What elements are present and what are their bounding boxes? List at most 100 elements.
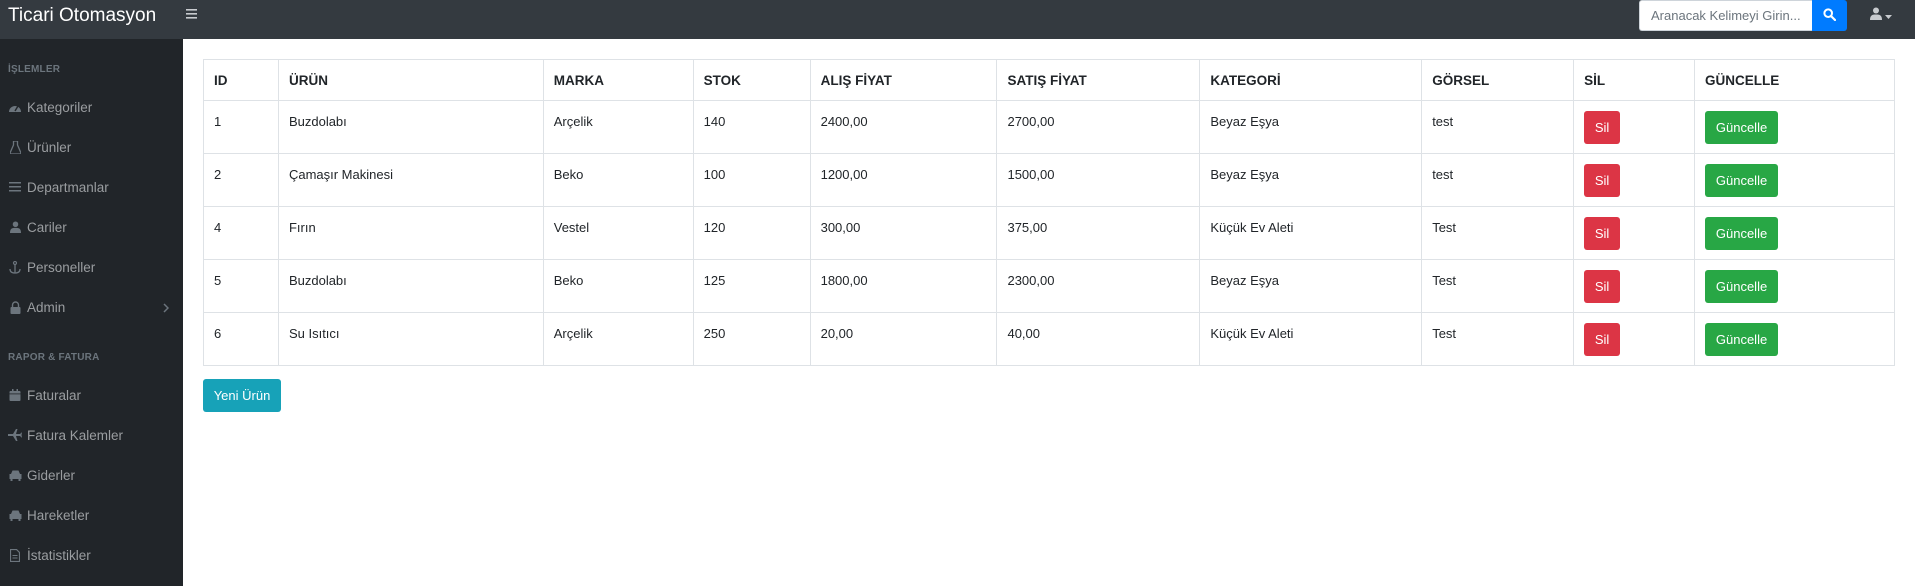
cell-id: 5 (203, 259, 279, 313)
cell-urun: Çamaşır Makinesi (277, 153, 544, 207)
cell-guncelle: Güncelle (1694, 312, 1895, 366)
sidebar-item-label: Giderler (27, 467, 76, 483)
cell-satis-fiyat: 2300,00 (996, 259, 1201, 313)
delete-button[interactable]: Sil (1584, 164, 1621, 197)
cell-kategori: Küçük Ev Aleti (1199, 206, 1423, 260)
caret-down-icon (1885, 7, 1892, 25)
cell-gorsel: test (1421, 153, 1575, 207)
delete-button[interactable]: Sil (1584, 217, 1621, 250)
sidebar-item-fatura-kalemler[interactable]: Fatura Kalemler (0, 421, 183, 449)
cell-guncelle: Güncelle (1694, 206, 1895, 260)
cell-urun: Fırın (277, 206, 544, 260)
table-header-row: ID ÜRÜN MARKA STOK ALIŞ FİYAT SATIŞ FİYA… (203, 59, 1895, 101)
cell-sil: Sil (1573, 206, 1696, 260)
cell-stok: 140 (692, 100, 811, 154)
table-row: 6 Su Isıtıcı Arçelik 250 20,00 40,00 Küç… (203, 312, 1895, 366)
cell-guncelle: Güncelle (1694, 259, 1895, 313)
table-row: 5 Buzdolabı Beko 125 1800,00 2300,00 Bey… (203, 259, 1895, 313)
sidebar: İŞLEMLER Kategoriler Ürünler Departmanla… (0, 39, 183, 586)
delete-button[interactable]: Sil (1584, 111, 1621, 144)
sidebar-item-giderler[interactable]: Giderler (0, 461, 183, 489)
delete-button[interactable]: Sil (1584, 270, 1621, 303)
products-table: ID ÜRÜN MARKA STOK ALIŞ FİYAT SATIŞ FİYA… (203, 59, 1895, 366)
cell-urun: Su Isıtıcı (277, 312, 544, 366)
sidebar-item-label: Kategoriler (27, 99, 93, 115)
sidebar-item-label: Ürünler (27, 139, 72, 155)
cell-marka: Vestel (542, 206, 694, 260)
sidebar-item-personeller[interactable]: Personeller (0, 253, 183, 281)
cell-stok: 100 (692, 153, 811, 207)
cell-urun: Buzdolabı (277, 259, 544, 313)
cell-id: 6 (203, 312, 279, 366)
sidebar-item-urunler[interactable]: Ürünler (0, 133, 183, 161)
column-header-id: ID (203, 59, 279, 101)
user-menu[interactable] (1870, 7, 1892, 25)
cell-satis-fiyat: 375,00 (996, 206, 1201, 260)
update-button[interactable]: Güncelle (1705, 217, 1779, 250)
cell-kategori: Beyaz Eşya (1199, 259, 1423, 313)
sidebar-toggle-icon[interactable] (186, 6, 197, 24)
update-button[interactable]: Güncelle (1705, 164, 1779, 197)
main-content: ID ÜRÜN MARKA STOK ALIŞ FİYAT SATIŞ FİYA… (183, 39, 1915, 586)
update-button[interactable]: Güncelle (1705, 323, 1779, 356)
cell-guncelle: Güncelle (1694, 153, 1895, 207)
cell-id: 2 (203, 153, 279, 207)
column-header-gorsel: GÖRSEL (1421, 59, 1575, 101)
search-input[interactable] (1639, 0, 1812, 31)
table-row: 1 Buzdolabı Arçelik 140 2400,00 2700,00 … (203, 100, 1895, 154)
cell-satis-fiyat: 1500,00 (996, 153, 1201, 207)
car-icon (8, 508, 22, 522)
sidebar-item-label: Personeller (27, 259, 96, 275)
sidebar-item-faturalar[interactable]: Faturalar (0, 381, 183, 409)
user-icon (8, 220, 22, 234)
sidebar-item-departmanlar[interactable]: Departmanlar (0, 173, 183, 201)
column-header-satis-fiyat: SATIŞ FİYAT (996, 59, 1201, 101)
sidebar-item-istatistikler[interactable]: İstatistikler (0, 541, 183, 569)
cell-id: 4 (203, 206, 279, 260)
cell-kategori: Beyaz Eşya (1199, 100, 1423, 154)
sidebar-section-rapor: RAPOR & FATURA (8, 352, 100, 363)
sidebar-item-label: Faturalar (27, 387, 82, 403)
sidebar-item-label: Admin (27, 299, 66, 315)
cell-guncelle: Güncelle (1694, 100, 1895, 154)
cell-alis-fiyat: 1200,00 (809, 153, 998, 207)
calendar-icon (8, 388, 22, 402)
cell-marka: Beko (542, 153, 694, 207)
cell-stok: 250 (692, 312, 811, 366)
sidebar-item-label: Departmanlar (27, 179, 109, 195)
cell-sil: Sil (1573, 312, 1696, 366)
sidebar-item-cariler[interactable]: Cariler (0, 213, 183, 241)
list-icon (8, 180, 22, 194)
cell-alis-fiyat: 2400,00 (809, 100, 998, 154)
table-row: 4 Fırın Vestel 120 300,00 375,00 Küçük E… (203, 206, 1895, 260)
sidebar-section-islemler: İŞLEMLER (8, 64, 61, 75)
new-product-button[interactable]: Yeni Ürün (203, 379, 281, 412)
update-button[interactable]: Güncelle (1705, 270, 1779, 303)
plane-icon (8, 428, 22, 442)
cell-marka: Arçelik (542, 100, 694, 154)
cell-alis-fiyat: 300,00 (809, 206, 998, 260)
column-header-kategori: KATEGORİ (1199, 59, 1423, 101)
cell-alis-fiyat: 1800,00 (809, 259, 998, 313)
delete-button[interactable]: Sil (1584, 323, 1621, 356)
sidebar-item-admin[interactable]: Admin (0, 293, 183, 321)
tachometer-icon (8, 100, 22, 114)
app-title[interactable]: Ticari Otomasyon (8, 4, 156, 28)
column-header-guncelle: GÜNCELLE (1694, 59, 1895, 101)
update-button[interactable]: Güncelle (1705, 111, 1779, 144)
column-header-sil: SİL (1573, 59, 1696, 101)
search-icon (1823, 7, 1837, 24)
search-button[interactable] (1812, 0, 1847, 31)
cell-sil: Sil (1573, 100, 1696, 154)
cell-gorsel: Test (1421, 206, 1575, 260)
sidebar-item-hareketler[interactable]: Hareketler (0, 501, 183, 529)
lock-icon (8, 300, 22, 314)
sidebar-item-label: Cariler (27, 219, 67, 235)
chevron-right-icon (163, 301, 170, 316)
cell-alis-fiyat: 20,00 (809, 312, 998, 366)
sidebar-item-label: Hareketler (27, 507, 90, 523)
sidebar-item-kategoriler[interactable]: Kategoriler (0, 93, 183, 121)
column-header-stok: STOK (692, 59, 811, 101)
column-header-marka: MARKA (542, 59, 694, 101)
cell-id: 1 (203, 100, 279, 154)
